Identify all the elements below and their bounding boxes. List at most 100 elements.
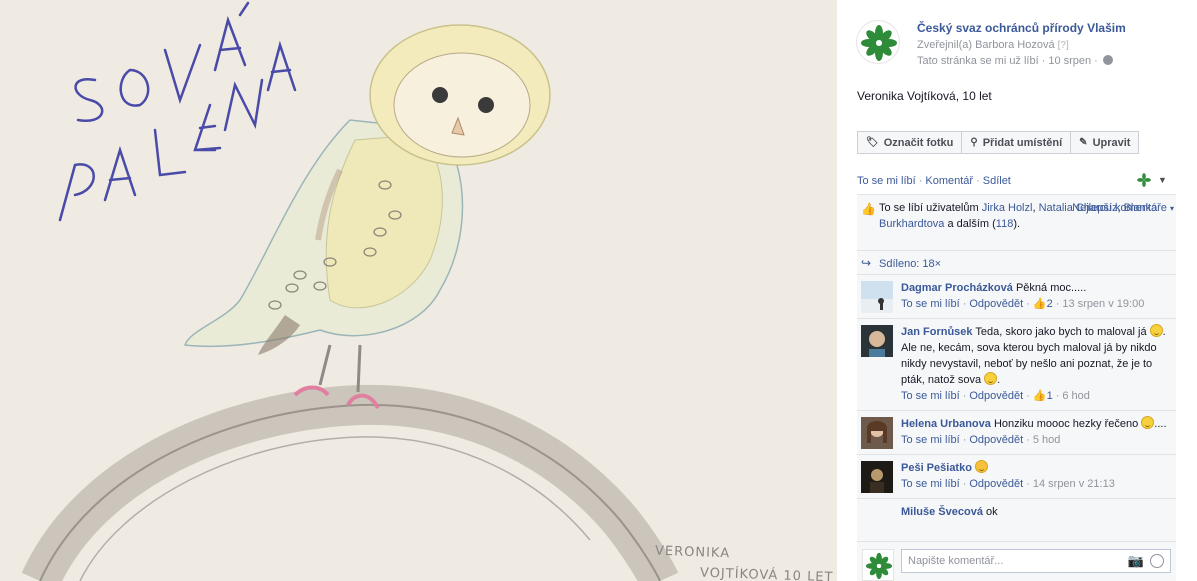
comment-item: Miluše Švecová ok bbox=[857, 499, 1176, 543]
thumbs-up-icon: 👍 bbox=[1032, 298, 1047, 310]
comment-text: ok bbox=[986, 506, 998, 518]
photo-viewer[interactable]: VERONIKA VOJTÍKOVÁ 10 LET bbox=[0, 0, 837, 581]
caret-down-icon: ▾ bbox=[1169, 204, 1174, 213]
comment-text: Honziku moooc hezky řečeno bbox=[993, 418, 1139, 430]
comment-composer: Napište komentář... 📷 bbox=[857, 541, 1176, 581]
likes-end: ). bbox=[1013, 218, 1021, 230]
likes-count-link[interactable]: 118 bbox=[996, 218, 1014, 230]
handwriting-strokes bbox=[58, 1, 297, 222]
comment-time[interactable]: 5 hod bbox=[1033, 434, 1061, 446]
commenter-name[interactable]: Dagmar Procházková bbox=[901, 282, 1013, 294]
avatar[interactable] bbox=[861, 325, 893, 357]
add-location-button[interactable]: ⚲ Přidat umístění bbox=[962, 131, 1072, 154]
reply-link[interactable]: Odpovědět bbox=[969, 478, 1023, 490]
shares-label: Sdíleno: 18× bbox=[879, 258, 942, 270]
published-prefix: Zveřejnil(a) bbox=[917, 39, 976, 51]
location-pin-icon: ⚲ bbox=[970, 137, 978, 148]
comment-input[interactable]: Napište komentář... 📷 bbox=[901, 549, 1171, 573]
flower-logo-icon bbox=[861, 25, 897, 61]
reply-link[interactable]: Odpovědět bbox=[969, 298, 1023, 310]
reply-link[interactable]: Odpovědět bbox=[969, 434, 1023, 446]
photo-sidebar: Český svaz ochránců přírody Vlašim Zveře… bbox=[837, 0, 1197, 581]
liker-link[interactable]: Jirka Holzl bbox=[982, 202, 1033, 214]
globe-icon bbox=[1102, 55, 1113, 65]
photo-actions: 🏷 Označit fotku ⚲ Přidat umístění ✎ Upra… bbox=[857, 131, 1140, 154]
tag-photo-label: Označit fotku bbox=[883, 136, 954, 149]
edit-label: Upravit bbox=[1092, 136, 1131, 149]
likes-prefix: To se líbí uživatelům bbox=[879, 202, 982, 214]
commenter-name[interactable]: Jan Fornůsek bbox=[901, 326, 973, 338]
comment-text-cont: .... bbox=[1154, 418, 1167, 430]
comment-like-count[interactable]: 2 bbox=[1047, 298, 1053, 310]
comment-like-link[interactable]: To se mi líbí bbox=[901, 298, 960, 310]
signature-name: VERONIKA bbox=[654, 543, 731, 562]
shares-count[interactable]: ↪ Sdíleno: 18× bbox=[857, 251, 1176, 275]
owl-drawing bbox=[21, 1, 679, 581]
best-comments-label: Nejlepší komentáře bbox=[1072, 202, 1167, 214]
flower-logo-icon bbox=[865, 552, 893, 580]
comment-like-link[interactable]: To se mi líbí bbox=[901, 478, 960, 490]
comment-text: Pěkná moc..... bbox=[1015, 282, 1087, 294]
commenter-name[interactable]: Miluše Švecová bbox=[901, 506, 983, 518]
liked-status[interactable]: Tato stránka se mi už líbí bbox=[917, 55, 1039, 67]
published-by: Zveřejnil(a) Barbora Hozová [?] bbox=[917, 39, 1069, 51]
edit-button[interactable]: ✎ Upravit bbox=[1071, 131, 1140, 154]
comment-time[interactable]: 6 hod bbox=[1062, 390, 1090, 402]
page-logo[interactable] bbox=[856, 20, 900, 64]
page-avatar-mini bbox=[1136, 172, 1152, 188]
page-name-link[interactable]: Český svaz ochránců přírody Vlašim bbox=[917, 21, 1126, 35]
comment-text-end: . bbox=[997, 374, 1001, 386]
comment-like-link[interactable]: To se mi líbí bbox=[901, 390, 960, 402]
smile-emoji-icon bbox=[984, 372, 998, 385]
help-hint[interactable]: [?] bbox=[1058, 40, 1069, 51]
add-location-label: Přidat umístění bbox=[982, 136, 1063, 149]
comment-meta: To se mi líbí · Odpovědět · 14 srpen v 21:13 bbox=[901, 478, 1115, 490]
thumbs-up-icon: 👍 bbox=[861, 202, 876, 216]
likes-and: a dalším ( bbox=[944, 218, 996, 230]
post-date[interactable]: 10 srpen bbox=[1048, 55, 1091, 67]
commenter-name[interactable]: Helena Urbanova bbox=[901, 418, 991, 430]
likes-summary: 👍 To se líbí uživatelům Jirka Holzl, Nat… bbox=[857, 195, 1176, 251]
avatar[interactable] bbox=[861, 281, 893, 313]
feedback-panel: 👍 To se líbí uživatelům Jirka Holzl, Nat… bbox=[857, 194, 1176, 543]
commenter-name[interactable]: Peši Pešiatko bbox=[901, 462, 972, 474]
comment-meta: To se mi líbí · Odpovědět · 👍2 · 13 srpen v 19… bbox=[901, 298, 1145, 310]
smile-emoji-icon bbox=[1141, 416, 1155, 429]
comment-placeholder: Napište komentář... bbox=[908, 555, 1004, 567]
wink-emoji-icon bbox=[975, 460, 988, 473]
comment-text: Teda, skoro jako bych to maloval já bbox=[975, 326, 1147, 338]
photo-caption: Veronika Vojtíková, 10 let bbox=[857, 89, 992, 103]
comment-item: Peši Pešiatko To se mi líbí · Odpovědět · 14… bbox=[857, 455, 1176, 499]
post-meta: Tato stránka se mi už líbí · 10 srpen · bbox=[917, 55, 1113, 67]
smile-emoji-icon bbox=[1149, 324, 1163, 337]
avatar[interactable] bbox=[861, 417, 893, 449]
post-as-selector[interactable]: ▼ bbox=[1136, 172, 1167, 188]
share-link[interactable]: Sdílet bbox=[983, 175, 1011, 187]
like-comment-share-bar: To se mi líbí · Komentář · Sdílet bbox=[857, 175, 1011, 187]
share-arrow-icon: ↪ bbox=[861, 256, 872, 270]
comment-link[interactable]: Komentář bbox=[925, 175, 973, 187]
tag-icon: 🏷 bbox=[866, 137, 879, 148]
pencil-icon: ✎ bbox=[1079, 137, 1088, 148]
comment-meta: To se mi líbí · Odpovědět · 👍1 · 6 hod bbox=[901, 390, 1090, 402]
comment-meta: To se mi líbí · Odpovědět · 5 hod bbox=[901, 434, 1061, 446]
avatar bbox=[862, 549, 894, 581]
chevron-down-icon: ▼ bbox=[1158, 175, 1167, 185]
avatar[interactable] bbox=[861, 461, 893, 493]
comment-like-count[interactable]: 1 bbox=[1047, 390, 1053, 402]
comment-like-link[interactable]: To se mi líbí bbox=[901, 434, 960, 446]
comment-item: Dagmar Procházková Pěkná moc..... To se … bbox=[857, 275, 1176, 319]
best-comments-dropdown[interactable]: Nejlepší komentáře ▾ bbox=[1072, 200, 1174, 217]
like-link[interactable]: To se mi líbí bbox=[857, 175, 916, 187]
comment-item: Helena Urbanova Honziku moooc hezky řeče… bbox=[857, 411, 1176, 455]
flower-logo-icon bbox=[1137, 173, 1151, 187]
thumbs-up-icon: 👍 bbox=[1032, 390, 1047, 402]
reply-link[interactable]: Odpovědět bbox=[969, 390, 1023, 402]
emoji-icon[interactable] bbox=[1150, 554, 1164, 568]
camera-icon[interactable]: 📷 bbox=[1128, 553, 1144, 569]
publisher-link[interactable]: Barbora Hozová bbox=[975, 39, 1055, 51]
comment-time[interactable]: 14 srpen v 21:13 bbox=[1033, 478, 1115, 490]
comment-time[interactable]: 13 srpen v 19:00 bbox=[1062, 298, 1144, 310]
comment-item: Jan Fornůsek Teda, skoro jako bych to ma… bbox=[857, 319, 1176, 411]
tag-photo-button[interactable]: 🏷 Označit fotku bbox=[857, 131, 963, 154]
